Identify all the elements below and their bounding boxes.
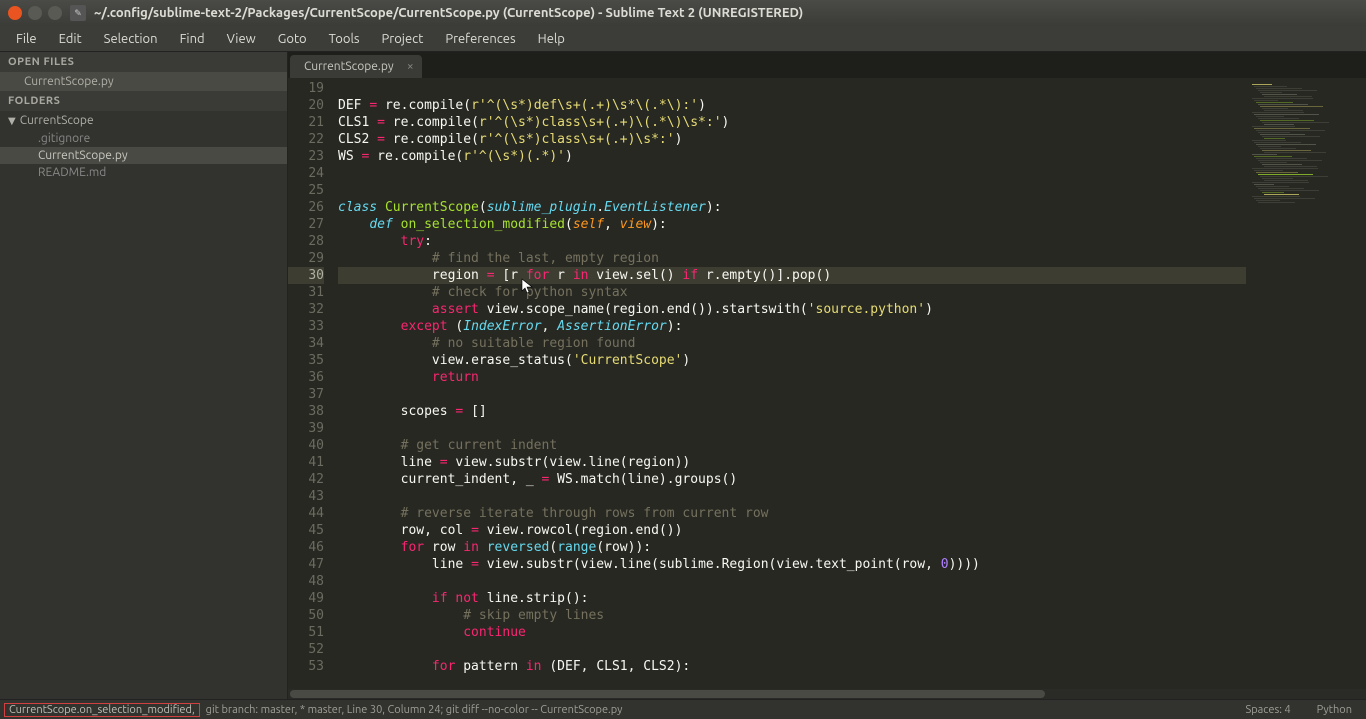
status-indent[interactable]: Spaces: 4: [1245, 704, 1290, 716]
folder-name: CurrentScope: [20, 114, 94, 127]
tab-label: CurrentScope.py: [304, 60, 394, 73]
menu-preferences[interactable]: Preferences: [435, 28, 525, 50]
folder-root[interactable]: ▼ CurrentScope: [0, 111, 287, 130]
main-area: OPEN FILES CurrentScope.py FOLDERS ▼ Cur…: [0, 52, 1366, 699]
code-area[interactable]: 1920212223242526272829303132333435363738…: [288, 78, 1366, 689]
status-syntax[interactable]: Python: [1317, 704, 1352, 716]
menu-file[interactable]: File: [6, 28, 47, 50]
close-window-button[interactable]: [8, 6, 22, 20]
maximize-window-button[interactable]: [48, 6, 62, 20]
status-current-scope[interactable]: CurrentScope.on_selection_modified,: [4, 703, 200, 717]
status-bar: CurrentScope.on_selection_modified, git …: [0, 699, 1366, 719]
tab-current-file[interactable]: CurrentScope.py ×: [290, 55, 422, 78]
minimap[interactable]: [1246, 78, 1366, 689]
sidebar: OPEN FILES CurrentScope.py FOLDERS ▼ Cur…: [0, 52, 288, 699]
file-entry[interactable]: README.md: [0, 164, 287, 181]
open-files-header: OPEN FILES: [0, 52, 287, 72]
menu-help[interactable]: Help: [528, 28, 575, 50]
horizontal-scrollbar[interactable]: [288, 689, 1366, 699]
file-entry[interactable]: .gitignore: [0, 130, 287, 147]
close-tab-icon[interactable]: ×: [407, 60, 414, 73]
menu-project[interactable]: Project: [372, 28, 434, 50]
scrollbar-thumb[interactable]: [290, 690, 1045, 698]
menu-selection[interactable]: Selection: [94, 28, 168, 50]
menu-view[interactable]: View: [217, 28, 266, 50]
folders-header: FOLDERS: [0, 91, 287, 111]
minimize-window-button[interactable]: [28, 6, 42, 20]
file-entry[interactable]: CurrentScope.py: [0, 147, 287, 164]
tab-bar: CurrentScope.py ×: [288, 52, 1366, 78]
menu-tools[interactable]: Tools: [319, 28, 370, 50]
menu-goto[interactable]: Goto: [268, 28, 317, 50]
window-controls: [8, 6, 62, 20]
menu-bar: FileEditSelectionFindViewGotoToolsProjec…: [0, 26, 1366, 52]
menu-find[interactable]: Find: [170, 28, 215, 50]
editor-pane: CurrentScope.py × 1920212223242526272829…: [288, 52, 1366, 699]
folder-collapse-icon: ▼: [8, 115, 16, 127]
title-bar: ✎ ~/.config/sublime-text-2/Packages/Curr…: [0, 0, 1366, 26]
code-content[interactable]: DEF = re.compile(r'^(\s*)def\s+(.+)\s*\(…: [332, 78, 1246, 689]
menu-edit[interactable]: Edit: [49, 28, 92, 50]
line-gutter: 1920212223242526272829303132333435363738…: [288, 78, 332, 689]
status-git-info: git branch: master, * master, Line 30, C…: [206, 704, 623, 716]
app-icon: ✎: [70, 5, 86, 21]
window-title: ~/.config/sublime-text-2/Packages/Curren…: [94, 6, 803, 20]
open-file-item[interactable]: CurrentScope.py: [0, 72, 287, 91]
